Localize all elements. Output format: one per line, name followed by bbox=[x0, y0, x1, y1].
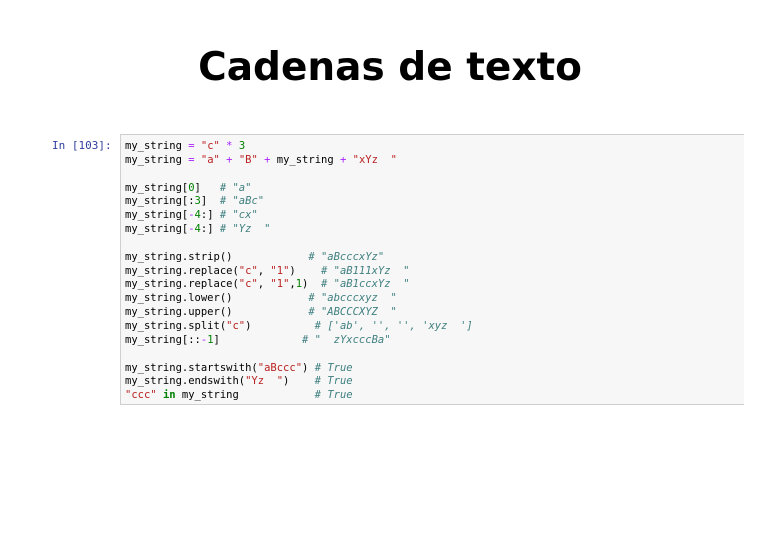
code-token-comment: # True bbox=[314, 375, 353, 388]
code-token-code: ) bbox=[283, 375, 315, 388]
code-token-comment: # ['ab', '', '', 'xyz '] bbox=[314, 319, 473, 332]
code-token-string: "1" bbox=[270, 264, 290, 277]
code-token-comment: # " zYxcccBa" bbox=[302, 333, 391, 346]
code-token-comment: # "ABCCCXYZ " bbox=[308, 306, 397, 319]
code-token-code: ] bbox=[194, 181, 220, 194]
code-token-string: "c" bbox=[238, 264, 258, 277]
code-token-code: my_string.lower() bbox=[125, 292, 309, 305]
code-line: my_string[-4:] # "Yz " bbox=[125, 223, 473, 237]
code-line: my_string.replace("c", "1",1) # "aB1ccxY… bbox=[125, 278, 473, 292]
code-token-code: ] bbox=[213, 333, 303, 346]
code-token-string: "c" bbox=[226, 319, 246, 332]
code-token-code: my_string.endswith( bbox=[125, 375, 246, 388]
code-line: my_string[::-1] # " zYxcccBa" bbox=[125, 334, 473, 348]
code-line: my_string.lower() # "abcccxyz " bbox=[125, 292, 473, 306]
code-line: my_string.strip() # "aBcccxYz" bbox=[125, 251, 473, 265]
code-token-code: my_string bbox=[125, 140, 189, 152]
code-line: my_string = "a" + "B" + my_string + "xYz… bbox=[125, 154, 473, 168]
code-token-string: "ccc" bbox=[125, 389, 157, 402]
code-token-code: my_string[:: bbox=[125, 333, 201, 346]
code-token-comment: # "aB1ccxYz " bbox=[321, 278, 410, 291]
code-token-string: "1" bbox=[270, 278, 290, 291]
code-token-string: "c" bbox=[238, 278, 258, 291]
code-token-code: :] bbox=[200, 223, 220, 236]
code-line: my_string.split("c") # ['ab', '', '', 'x… bbox=[125, 320, 473, 334]
code-token-comment: # "aBc" bbox=[219, 195, 265, 208]
code-token-comment: # "cx" bbox=[219, 209, 258, 222]
code-token-code: ] bbox=[200, 195, 220, 208]
code-line: my_string[:3] # "aBc" bbox=[125, 195, 473, 209]
code-token-string: "xYz " bbox=[352, 153, 397, 166]
slide-title: Cadenas de texto bbox=[198, 45, 582, 90]
code-token-code: my_string[: bbox=[125, 195, 195, 208]
code-token-code: my_string.replace( bbox=[125, 264, 239, 277]
code-token-code: my_string.replace( bbox=[125, 278, 239, 291]
code-token-code: ) bbox=[245, 319, 315, 332]
code-token-comment: # "abcccxyz " bbox=[308, 292, 397, 305]
code-line: my_string.endswith("Yz ") # True bbox=[125, 375, 473, 389]
code-token-comment: # "aB111xYz " bbox=[321, 264, 410, 277]
code-editor[interactable]: my_string = "c" * 3 my_string = "a" + "B"… bbox=[125, 140, 473, 403]
code-line: my_string = "c" * 3 bbox=[125, 140, 473, 154]
code-line: my_string.upper() # "ABCCCXYZ " bbox=[125, 306, 473, 320]
code-token-code: my_string bbox=[125, 153, 189, 166]
code-token-code: , bbox=[257, 278, 271, 291]
code-token-comment: # "Yz " bbox=[219, 223, 271, 236]
code-token-string: "aBccc" bbox=[257, 361, 303, 374]
cell-input-prompt: In [103]: bbox=[52, 139, 112, 152]
code-token-string: "Yz " bbox=[245, 375, 284, 388]
code-token-code: my_string.upper() bbox=[125, 306, 309, 319]
code-token-code: ) bbox=[302, 361, 315, 374]
code-token-string: "B" bbox=[238, 153, 258, 166]
code-token-code: my_string bbox=[270, 153, 340, 166]
code-line: my_string[0] # "a" bbox=[125, 182, 473, 196]
code-token-code: my_string.strip() bbox=[125, 250, 309, 263]
code-token-code: ) bbox=[302, 278, 322, 291]
code-token-comment: # True bbox=[314, 361, 353, 374]
code-token-code: my_string[ bbox=[125, 181, 189, 194]
code-line: my_string.replace("c", "1") # "aB111xYz … bbox=[125, 265, 473, 279]
code-token-code: , bbox=[257, 264, 271, 277]
code-token-code: my_string.startswith( bbox=[125, 361, 258, 374]
code-token-code: my_string[ bbox=[125, 223, 189, 236]
code-token-comment: # True bbox=[314, 389, 353, 402]
code-token-code: ) bbox=[289, 264, 321, 277]
code-token-code: my_string[ bbox=[125, 209, 189, 222]
code-token-string: "a" bbox=[200, 153, 220, 166]
code-line: my_string.startswith("aBccc") # True bbox=[125, 362, 473, 376]
code-token-code: my_string.split( bbox=[125, 319, 227, 332]
code-token-number: 3 bbox=[238, 140, 246, 152]
code-token-string: "c" bbox=[200, 140, 220, 152]
code-token-keyword: in bbox=[162, 389, 176, 402]
code-token-code: :] bbox=[200, 209, 220, 222]
code-line: "ccc" in my_string # True bbox=[125, 389, 473, 403]
code-token-code: my_string bbox=[175, 389, 315, 402]
code-line: my_string[-4:] # "cx" bbox=[125, 209, 473, 223]
code-token-comment: # "aBcccxYz" bbox=[308, 250, 385, 263]
code-token-comment: # "a" bbox=[219, 181, 252, 194]
code-cell[interactable]: my_string = "c" * 3 my_string = "a" + "B"… bbox=[120, 134, 744, 405]
